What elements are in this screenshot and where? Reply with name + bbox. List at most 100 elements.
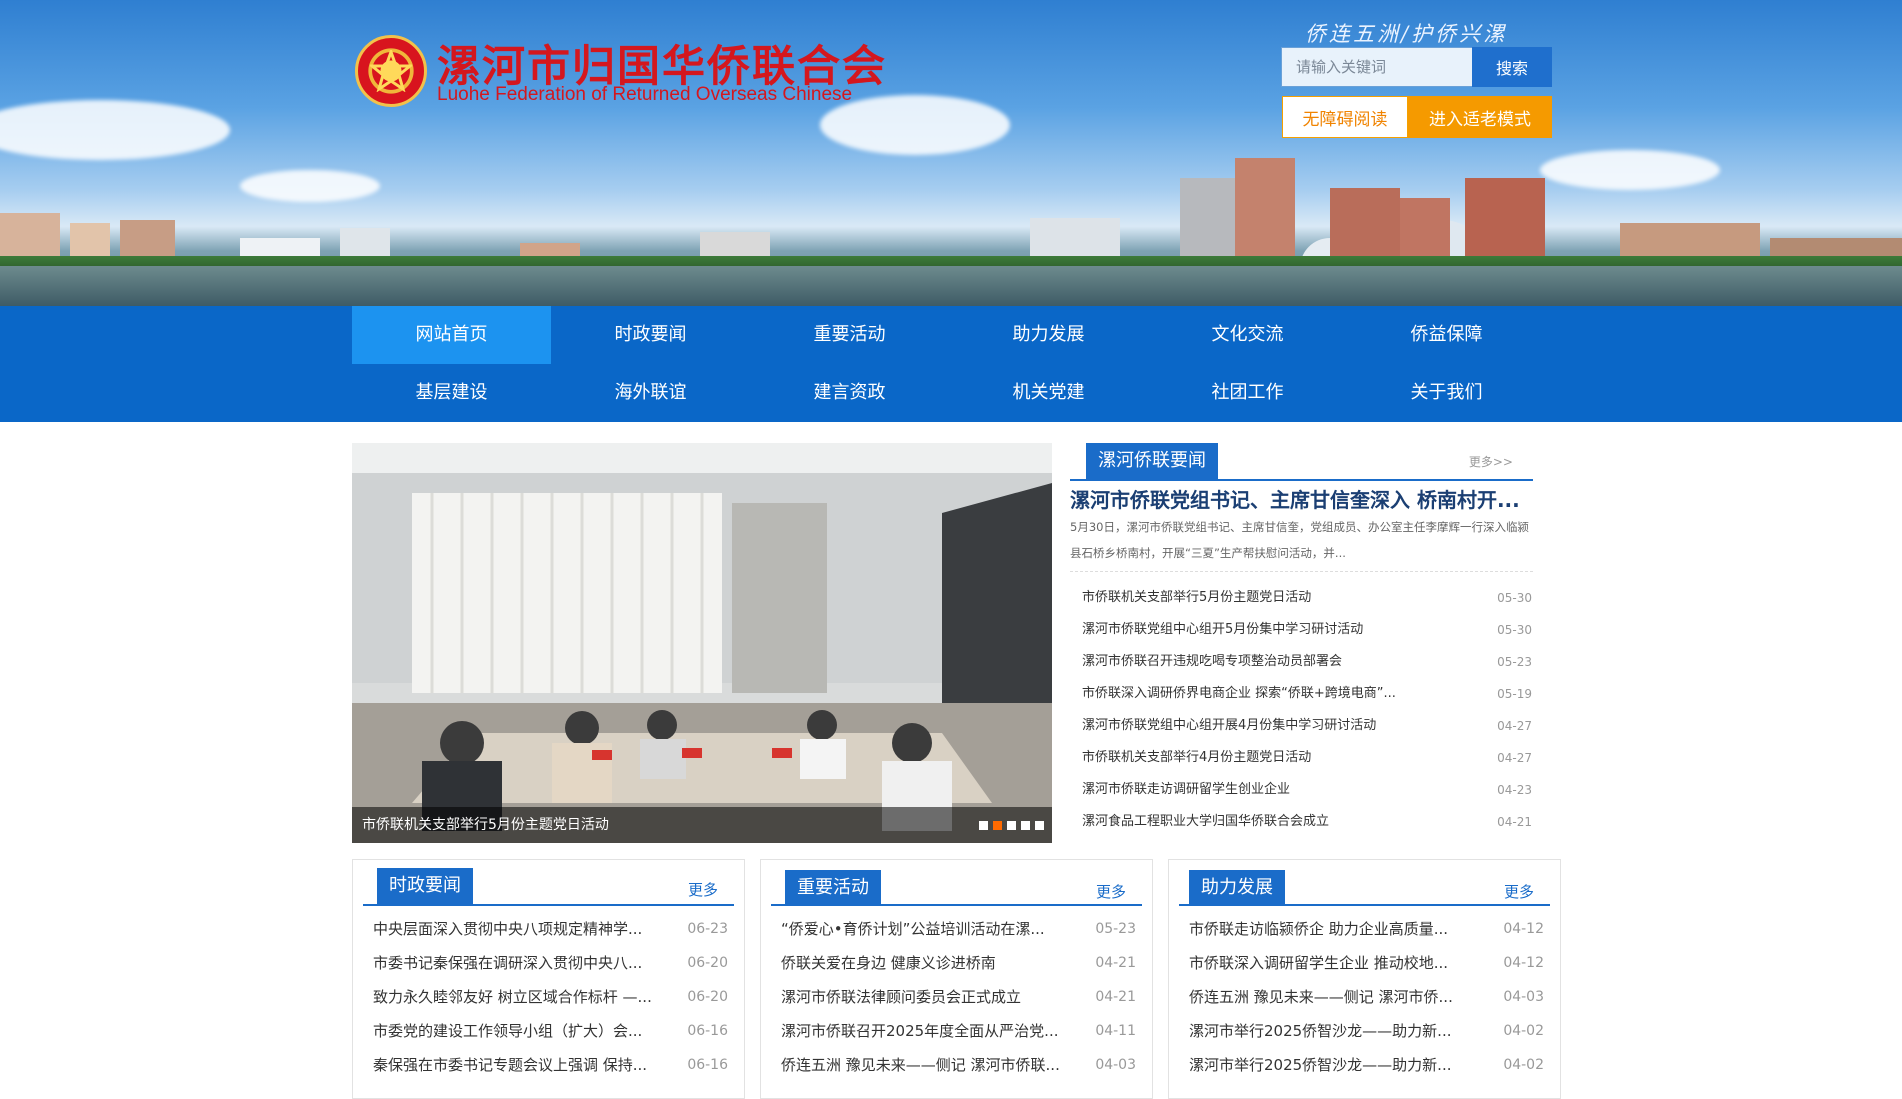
column-more-link[interactable]: 更多 xyxy=(1096,881,1126,902)
nav-item-politics[interactable]: 时政要闻 xyxy=(551,306,750,364)
banner-cloud xyxy=(0,100,230,160)
logo-star-icon xyxy=(370,50,412,92)
nav-item-activities[interactable]: 重要活动 xyxy=(750,306,949,364)
banner-lake xyxy=(0,266,1902,306)
list-item-title[interactable]: 市侨联深入调研留学生企业 推动校地... xyxy=(1189,946,1448,980)
list-item[interactable]: 中央层面深入贯彻中央八项规定精神学... 06-23 xyxy=(373,912,728,946)
list-item-title[interactable]: 漯河市举行2025侨智沙龙——助力新... xyxy=(1189,1014,1451,1048)
list-item[interactable]: 漯河市侨联党组中心组开展4月份集中学习研讨活动 04-27 xyxy=(1082,713,1532,745)
search-input[interactable] xyxy=(1281,47,1473,87)
list-item-title[interactable]: 秦保强在市委书记专题会议上强调 保持... xyxy=(373,1048,647,1082)
list-item-date: 05-23 xyxy=(1095,921,1136,937)
nav-item-associations[interactable]: 社团工作 xyxy=(1148,364,1347,422)
list-item-title[interactable]: 漯河市侨联党组中心组开5月份集中学习研讨活动 xyxy=(1082,617,1363,649)
list-item-title[interactable]: 侨连五洲 豫见未来——侧记 漯河市侨联... xyxy=(781,1048,1060,1082)
column-header: 助力发展 更多 xyxy=(1179,868,1550,906)
headline-news-more-link[interactable]: 更多>> xyxy=(1469,453,1513,470)
slide-caption[interactable]: 市侨联机关支部举行5月份主题党日活动 xyxy=(362,814,609,834)
list-item-title[interactable]: 漯河食品工程职业大学归国华侨联合会成立 xyxy=(1082,809,1329,841)
list-item-title[interactable]: 漯河市侨联召开2025年度全面从严治党... xyxy=(781,1014,1058,1048)
list-item[interactable]: 侨连五洲 豫见未来——侧记 漯河市侨联... 04-03 xyxy=(781,1048,1136,1082)
nav-item-about[interactable]: 关于我们 xyxy=(1347,364,1546,422)
column-tab[interactable]: 重要活动 xyxy=(785,870,881,906)
list-item-title[interactable]: 市侨联深入调研侨界电商企业 探索“侨联+跨境电商”... xyxy=(1082,681,1396,713)
search-button[interactable]: 搜索 xyxy=(1472,47,1552,87)
list-item[interactable]: 漯河市侨联党组中心组开5月份集中学习研讨活动 05-30 xyxy=(1082,617,1532,649)
nav-item-advice[interactable]: 建言资政 xyxy=(750,364,949,422)
list-item[interactable]: 秦保强在市委书记专题会议上强调 保持... 06-16 xyxy=(373,1048,728,1082)
list-item-title[interactable]: 漯河市侨联走访调研留学生创业企业 xyxy=(1082,777,1290,809)
list-item-title[interactable]: 漯河市侨联召开违规吃喝专项整治动员部署会 xyxy=(1082,649,1342,681)
list-item-title[interactable]: 市委党的建设工作领导小组（扩大）会... xyxy=(373,1014,642,1048)
list-item-title[interactable]: 致力永久睦邻友好 树立区域合作标杆 —... xyxy=(373,980,652,1014)
slide-photo[interactable] xyxy=(352,443,1052,843)
column-tab[interactable]: 助力发展 xyxy=(1189,870,1285,906)
list-item[interactable]: 漯河市侨联法律顾问委员会正式成立 04-21 xyxy=(781,980,1136,1014)
list-item-title[interactable]: 市侨联机关支部举行5月份主题党日活动 xyxy=(1082,585,1311,617)
list-item[interactable]: 市侨联机关支部举行4月份主题党日活动 04-27 xyxy=(1082,745,1532,777)
list-item[interactable]: 漯河市举行2025侨智沙龙——助力新... 04-02 xyxy=(1189,1048,1544,1082)
list-item[interactable]: 侨联关爱在身边 健康义诊进桥南 04-21 xyxy=(781,946,1136,980)
list-item[interactable]: 市侨联机关支部举行5月份主题党日活动 05-30 xyxy=(1082,585,1532,617)
list-item-title[interactable]: 漯河市侨联党组中心组开展4月份集中学习研讨活动 xyxy=(1082,713,1376,745)
headline-news-header: 漯河侨联要闻 更多>> xyxy=(1070,443,1533,481)
list-item-date: 04-21 xyxy=(1095,955,1136,971)
accessible-reading-button[interactable]: 无障碍阅读 xyxy=(1282,96,1408,138)
list-item[interactable]: 漯河食品工程职业大学归国华侨联合会成立 04-21 xyxy=(1082,809,1532,841)
nav-item-overseas[interactable]: 海外联谊 xyxy=(551,364,750,422)
column-more-link[interactable]: 更多 xyxy=(688,879,718,900)
list-item[interactable]: 市委党的建设工作领导小组（扩大）会... 06-16 xyxy=(373,1014,728,1048)
nav-item-home[interactable]: 网站首页 xyxy=(352,306,551,364)
headline-title[interactable]: 漯河市侨联党组书记、主席甘信奎深入 桥南村开... xyxy=(1070,484,1533,513)
banner-cloud xyxy=(1540,150,1720,190)
list-item-date: 06-23 xyxy=(687,921,728,937)
slider-dots xyxy=(979,821,1044,830)
list-item[interactable]: 漯河市举行2025侨智沙龙——助力新... 04-02 xyxy=(1189,1014,1544,1048)
list-item[interactable]: “侨爱心•育侨计划”公益培训活动在漯... 05-23 xyxy=(781,912,1136,946)
list-item[interactable]: 市侨联深入调研留学生企业 推动校地... 04-12 xyxy=(1189,946,1544,980)
list-item-date: 04-27 xyxy=(1497,751,1532,765)
column-tab[interactable]: 时政要闻 xyxy=(377,868,473,904)
logo-emblem-icon[interactable] xyxy=(355,35,427,107)
headline-summary: 5月30日，漯河市侨联党组书记、主席甘信奎，党组成员、办公室主任李摩辉一行深入临… xyxy=(1070,520,1529,560)
slider-dot[interactable] xyxy=(1021,821,1030,830)
elder-mode-button[interactable]: 进入适老模式 xyxy=(1408,96,1552,138)
list-item[interactable]: 侨连五洲 豫见未来——侧记 漯河市侨... 04-03 xyxy=(1189,980,1544,1014)
slider-dot[interactable] xyxy=(979,821,988,830)
list-item-date: 05-19 xyxy=(1497,687,1532,701)
list-item[interactable]: 致力永久睦邻友好 树立区域合作标杆 —... 06-20 xyxy=(373,980,728,1014)
list-item-title[interactable]: 侨连五洲 豫见未来——侧记 漯河市侨... xyxy=(1189,980,1453,1014)
list-item[interactable]: 市委书记秦保强在调研深入贯彻中央八... 06-20 xyxy=(373,946,728,980)
list-item-title[interactable]: 市侨联机关支部举行4月份主题党日活动 xyxy=(1082,745,1311,777)
list-item[interactable]: 漯河市侨联召开违规吃喝专项整治动员部署会 05-23 xyxy=(1082,649,1532,681)
nav-item-rights[interactable]: 侨益保障 xyxy=(1347,306,1546,364)
slider-dot[interactable] xyxy=(1035,821,1044,830)
nav-item-grassroots[interactable]: 基层建设 xyxy=(352,364,551,422)
headline-news-tab[interactable]: 漯河侨联要闻 xyxy=(1086,443,1218,479)
slider-dot[interactable] xyxy=(993,821,1002,830)
nav-item-development[interactable]: 助力发展 xyxy=(949,306,1148,364)
banner-building xyxy=(1235,158,1295,268)
list-item-date: 04-12 xyxy=(1503,921,1544,937)
column-more-link[interactable]: 更多 xyxy=(1504,881,1534,902)
list-item-title[interactable]: 中央层面深入贯彻中央八项规定精神学... xyxy=(373,912,642,946)
list-item[interactable]: 漯河市侨联走访调研留学生创业企业 04-23 xyxy=(1082,777,1532,809)
list-item-title[interactable]: 市侨联走访临颍侨企 助力企业高质量... xyxy=(1189,912,1448,946)
header-banner: 漯河市归国华侨联合会 Luohe Federation of Returned … xyxy=(0,0,1902,306)
list-item[interactable]: 市侨联深入调研侨界电商企业 探索“侨联+跨境电商”... 05-19 xyxy=(1082,681,1532,713)
column-header: 时政要闻 更多 xyxy=(363,868,734,906)
list-item-date: 06-20 xyxy=(687,989,728,1005)
list-item[interactable]: 漯河市侨联召开2025年度全面从严治党... 04-11 xyxy=(781,1014,1136,1048)
list-item-title[interactable]: 市委书记秦保强在调研深入贯彻中央八... xyxy=(373,946,642,980)
list-item[interactable]: 市侨联走访临颍侨企 助力企业高质量... 04-12 xyxy=(1189,912,1544,946)
banner-cloud xyxy=(240,170,380,202)
list-item-title[interactable]: 漯河市侨联法律顾问委员会正式成立 xyxy=(781,980,1021,1014)
list-item-title[interactable]: 漯河市举行2025侨智沙龙——助力新... xyxy=(1189,1048,1451,1082)
list-item-date: 04-27 xyxy=(1497,719,1532,733)
nav-item-party[interactable]: 机关党建 xyxy=(949,364,1148,422)
news-slider[interactable]: 市侨联机关支部举行5月份主题党日活动 xyxy=(352,443,1052,843)
list-item-title[interactable]: 侨联关爱在身边 健康义诊进桥南 xyxy=(781,946,996,980)
slider-dot[interactable] xyxy=(1007,821,1016,830)
nav-item-culture[interactable]: 文化交流 xyxy=(1148,306,1347,364)
list-item-title[interactable]: “侨爱心•育侨计划”公益培训活动在漯... xyxy=(781,912,1045,946)
